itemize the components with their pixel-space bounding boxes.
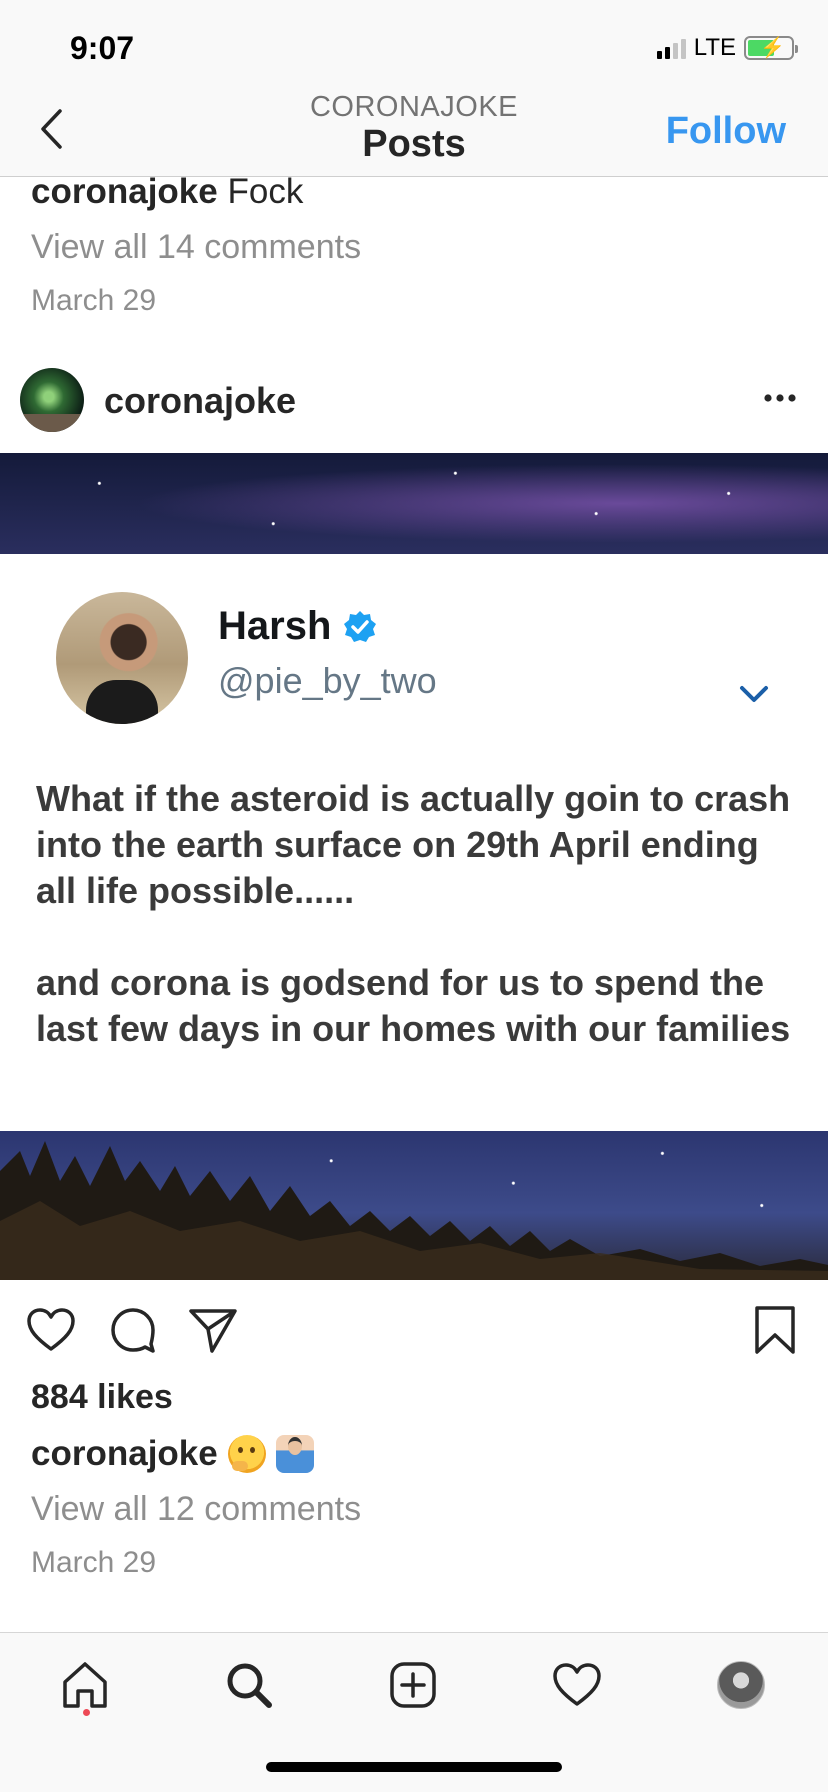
home-indicator[interactable] <box>266 1762 562 1772</box>
chevron-down-icon <box>740 686 768 702</box>
post-username[interactable]: coronajoke <box>104 380 296 422</box>
tab-home[interactable] <box>55 1655 115 1715</box>
tweet-author: Harsh <box>218 604 377 649</box>
tweet-author-name: Harsh <box>218 604 332 648</box>
tweet-text: What if the asteroid is actually goin to… <box>36 778 791 1049</box>
tree-silhouette <box>0 1141 828 1280</box>
person-shrugging-emoji <box>275 1435 314 1473</box>
view-comments-link[interactable]: View all 12 comments <box>31 1490 361 1529</box>
more-options-button[interactable] <box>758 376 802 420</box>
heart-icon <box>27 1308 75 1351</box>
previous-view-comments-link[interactable]: View all 14 comments <box>31 228 361 267</box>
search-icon <box>227 1663 272 1708</box>
ellipsis-icon <box>764 394 796 402</box>
network-label: LTE <box>693 34 736 61</box>
battery-icon: ⚡ <box>744 36 798 60</box>
like-button[interactable] <box>24 1303 78 1357</box>
paper-plane-icon <box>189 1309 237 1353</box>
tab-profile[interactable] <box>711 1655 771 1715</box>
status-bar: 9:07 LTE ⚡ <box>0 0 828 92</box>
notification-dot <box>83 1709 90 1716</box>
caption-username[interactable]: coronajoke <box>31 1434 218 1474</box>
tab-new-post[interactable] <box>383 1655 443 1715</box>
caption-text: Fock <box>227 172 304 211</box>
caption-username[interactable]: coronajoke <box>31 172 218 211</box>
home-icon <box>63 1662 107 1708</box>
new-post-icon <box>390 1662 436 1708</box>
follow-button[interactable]: Follow <box>666 110 786 153</box>
previous-post-caption: coronajoke Fock <box>31 172 303 212</box>
status-indicators: LTE ⚡ <box>656 34 798 62</box>
save-button[interactable] <box>748 1303 802 1357</box>
forest-night-image <box>0 1131 828 1280</box>
post-avatar[interactable] <box>20 368 84 432</box>
bookmark-icon <box>755 1306 795 1354</box>
starry-sky-image <box>0 453 828 554</box>
post-actions <box>0 1295 828 1361</box>
tweet-handle: @pie_by_two <box>218 660 437 701</box>
likes-count[interactable]: 884 likes <box>31 1378 173 1417</box>
profile-avatar <box>717 1661 765 1709</box>
verified-badge-icon <box>344 610 377 642</box>
tab-search[interactable] <box>219 1655 279 1715</box>
tab-activity[interactable] <box>547 1655 607 1715</box>
comment-icon <box>111 1308 155 1353</box>
signal-icon <box>656 37 686 59</box>
status-time: 9:07 <box>70 30 135 66</box>
nav-header: CORONAJOKE Posts Follow <box>0 92 828 177</box>
tweet-card: Harsh @pie_by_two What if the asteroid i… <box>0 554 828 1131</box>
activity-heart-icon <box>553 1663 601 1706</box>
previous-post-date: March 29 <box>31 284 157 317</box>
comment-button[interactable] <box>106 1303 160 1357</box>
thinking-face-emoji <box>227 1435 266 1473</box>
share-button[interactable] <box>186 1303 240 1357</box>
post-caption: coronajoke <box>31 1434 314 1474</box>
post-header: coronajoke <box>0 362 828 450</box>
tweet-avatar <box>56 592 188 724</box>
post-date: March 29 <box>31 1546 157 1579</box>
post-image[interactable]: Harsh @pie_by_two What if the asteroid i… <box>0 453 828 1280</box>
